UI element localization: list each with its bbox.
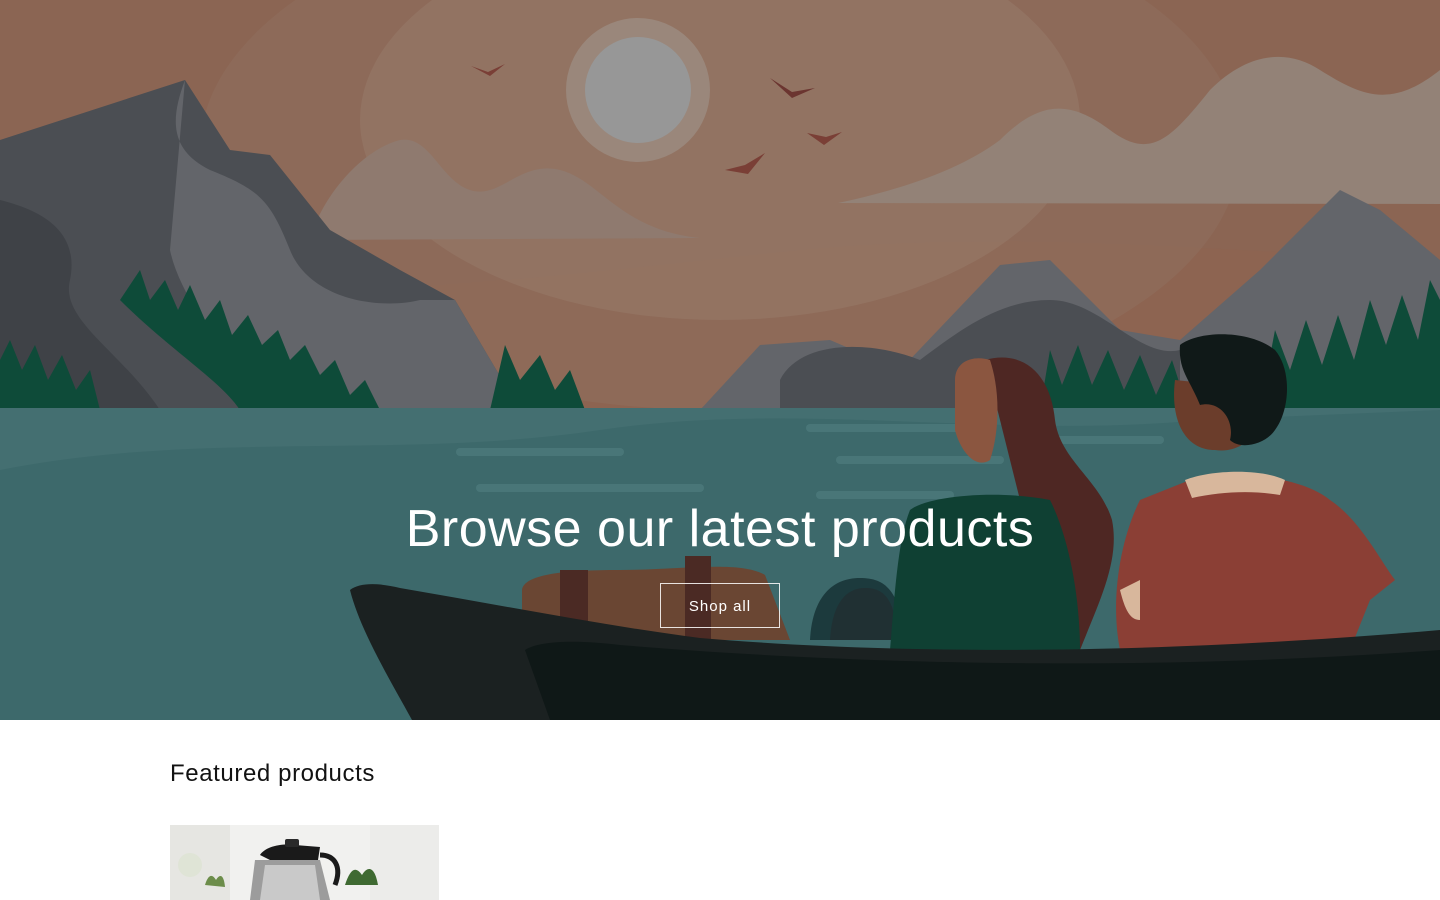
hero-title: Browse our latest products — [405, 500, 1035, 558]
featured-products-title: Featured products — [170, 760, 375, 787]
product-card[interactable] — [170, 825, 439, 900]
featured-products-section: Featured products — [0, 720, 1440, 900]
kettle-product-image — [170, 825, 439, 900]
hero-banner: Browse our latest products Shop all — [0, 0, 1440, 720]
hero-content: Browse our latest products Shop all — [0, 498, 1440, 628]
shop-all-button[interactable]: Shop all — [660, 583, 780, 628]
